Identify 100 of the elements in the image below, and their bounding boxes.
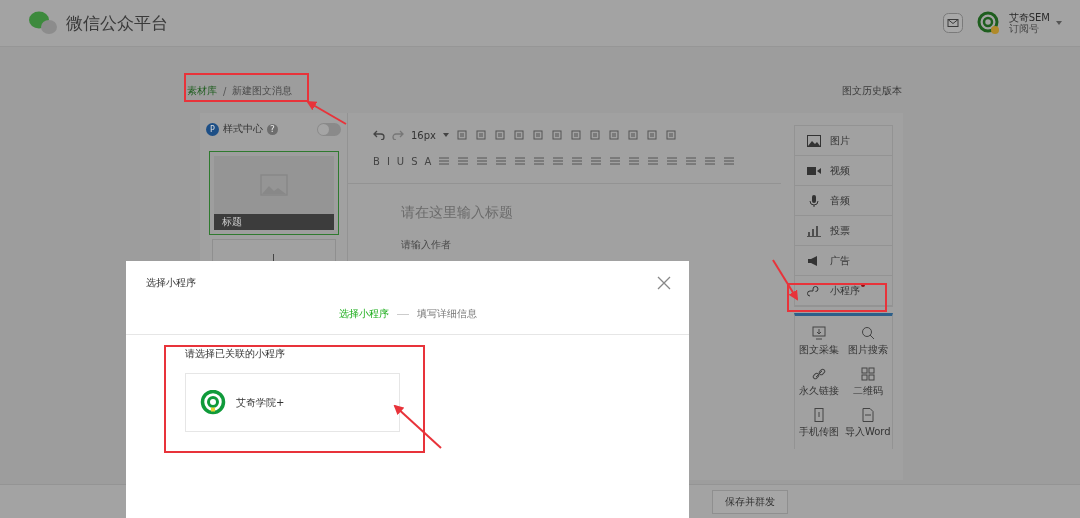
account-avatar-icon[interactable] — [976, 11, 1001, 35]
format-icon[interactable] — [589, 129, 601, 141]
insert-item[interactable]: 视频 — [795, 156, 892, 186]
breadcrumb-link[interactable]: 素材库 — [187, 84, 217, 98]
account-type: 订阅号 — [1008, 23, 1040, 34]
tool-label: 图文采集 — [799, 343, 840, 357]
close-icon[interactable] — [657, 276, 671, 290]
caret-icon[interactable] — [1056, 21, 1062, 25]
format-letter[interactable]: A — [424, 155, 432, 167]
format-icon[interactable] — [456, 129, 468, 141]
format-letter[interactable]: S — [411, 155, 418, 167]
target-logo-icon — [200, 389, 226, 416]
redo-icon[interactable] — [392, 130, 404, 140]
link-loop-icon — [807, 284, 821, 297]
step-label: 填写详细信息 — [416, 307, 477, 321]
microphone-icon — [807, 194, 821, 207]
format-icon[interactable] — [570, 129, 582, 141]
format-icon[interactable] — [647, 155, 660, 167]
tool-label: 图片搜索 — [847, 343, 888, 357]
insert-item[interactable]: 图片 — [795, 126, 892, 156]
format-icon[interactable] — [571, 155, 584, 167]
image-icon — [807, 134, 821, 147]
platform-title: 微信公众平台 — [66, 11, 168, 35]
insert-label: 广告 — [830, 253, 850, 268]
tool-item[interactable]: 永久链接 — [795, 367, 844, 398]
format-icon[interactable] — [685, 155, 698, 167]
insert-item[interactable]: 音频 — [795, 186, 892, 216]
insert-label: 音频 — [830, 193, 850, 208]
font-size-dropdown[interactable]: 16px — [411, 129, 436, 141]
annotation-arrow — [306, 101, 347, 125]
tool-label: 导入Word — [844, 425, 891, 439]
insert-label: 投票 — [830, 223, 850, 238]
format-icon[interactable] — [666, 155, 679, 167]
history-version-link[interactable]: 图文历史版本 — [842, 84, 902, 98]
insert-item[interactable]: 小程序 — [795, 276, 892, 306]
tool-icon — [812, 408, 827, 422]
annotation-arrow — [393, 404, 442, 449]
format-letter[interactable]: I — [386, 155, 390, 167]
mini-program-name: 艾奇学院+ — [236, 395, 285, 410]
format-icon[interactable] — [646, 129, 658, 141]
breadcrumb-separator: / — [223, 85, 227, 97]
mail-icon[interactable] — [942, 13, 963, 33]
tool-icon — [860, 408, 875, 422]
style-center-label: 样式中心 — [223, 122, 263, 136]
annotation-arrow — [772, 259, 799, 301]
format-icon[interactable] — [513, 129, 525, 141]
save-and-send-button[interactable]: 保存并群发 — [712, 489, 788, 514]
dialog-title: 选择小程序 — [146, 276, 196, 290]
tool-item[interactable]: 二维码 — [843, 367, 892, 398]
format-icon[interactable] — [476, 155, 489, 167]
format-icon[interactable] — [438, 155, 451, 167]
insert-label: 视频 — [830, 163, 850, 178]
format-icon[interactable] — [628, 155, 641, 167]
insert-label: 图片 — [830, 133, 850, 148]
format-icon[interactable] — [475, 129, 487, 141]
tool-item[interactable]: 导入Word — [843, 408, 892, 439]
breadcrumb-current: 新建图文消息 — [232, 84, 293, 98]
format-icon[interactable] — [494, 129, 506, 141]
prompt-text: 请选择已关联的小程序 — [185, 347, 286, 361]
caret-icon[interactable] — [443, 133, 449, 137]
format-icon[interactable] — [704, 155, 717, 167]
tool-icon — [812, 326, 827, 340]
style-toggle[interactable] — [317, 122, 341, 136]
format-icon[interactable] — [608, 129, 620, 141]
tool-icon — [860, 367, 875, 381]
video-camera-icon — [807, 164, 821, 177]
help-icon[interactable]: ? — [267, 123, 278, 135]
bar-chart-icon — [807, 224, 821, 237]
format-icon[interactable] — [532, 129, 544, 141]
tool-item[interactable]: 手机传图 — [795, 408, 844, 439]
mini-program-card[interactable]: 艾奇学院+ — [185, 373, 400, 432]
style-center-icon: P — [206, 122, 219, 136]
format-icon[interactable] — [514, 155, 527, 167]
step-label: 选择小程序 — [338, 307, 389, 321]
format-icon[interactable] — [457, 155, 470, 167]
format-icon[interactable] — [723, 155, 736, 167]
format-icon[interactable] — [590, 155, 603, 167]
insert-item[interactable]: 投票 — [795, 216, 892, 246]
tool-label: 手机传图 — [799, 425, 840, 439]
format-icon[interactable] — [665, 129, 677, 141]
format-icon[interactable] — [551, 129, 563, 141]
format-letter[interactable]: B — [373, 155, 380, 167]
tool-icon — [812, 367, 827, 381]
format-icon[interactable] — [627, 129, 639, 141]
article-caption: 标题 — [213, 214, 334, 230]
format-letter[interactable]: U — [396, 155, 405, 167]
tool-label: 永久链接 — [799, 384, 840, 398]
undo-icon[interactable] — [373, 130, 385, 140]
format-icon[interactable] — [609, 155, 622, 167]
account-name[interactable]: 艾奇SEM — [1008, 12, 1050, 23]
author-placeholder[interactable]: 请输入作者 — [401, 238, 781, 252]
insert-item[interactable]: 广告 — [795, 246, 892, 276]
article-card[interactable]: 标题 — [208, 151, 339, 235]
format-icon[interactable] — [533, 155, 546, 167]
tool-label: 二维码 — [852, 384, 883, 398]
format-icon[interactable] — [495, 155, 508, 167]
tool-item[interactable]: 图片搜索 — [843, 326, 892, 357]
format-icon[interactable] — [552, 155, 565, 167]
tool-icon — [860, 326, 875, 340]
tool-item[interactable]: 图文采集 — [795, 326, 844, 357]
